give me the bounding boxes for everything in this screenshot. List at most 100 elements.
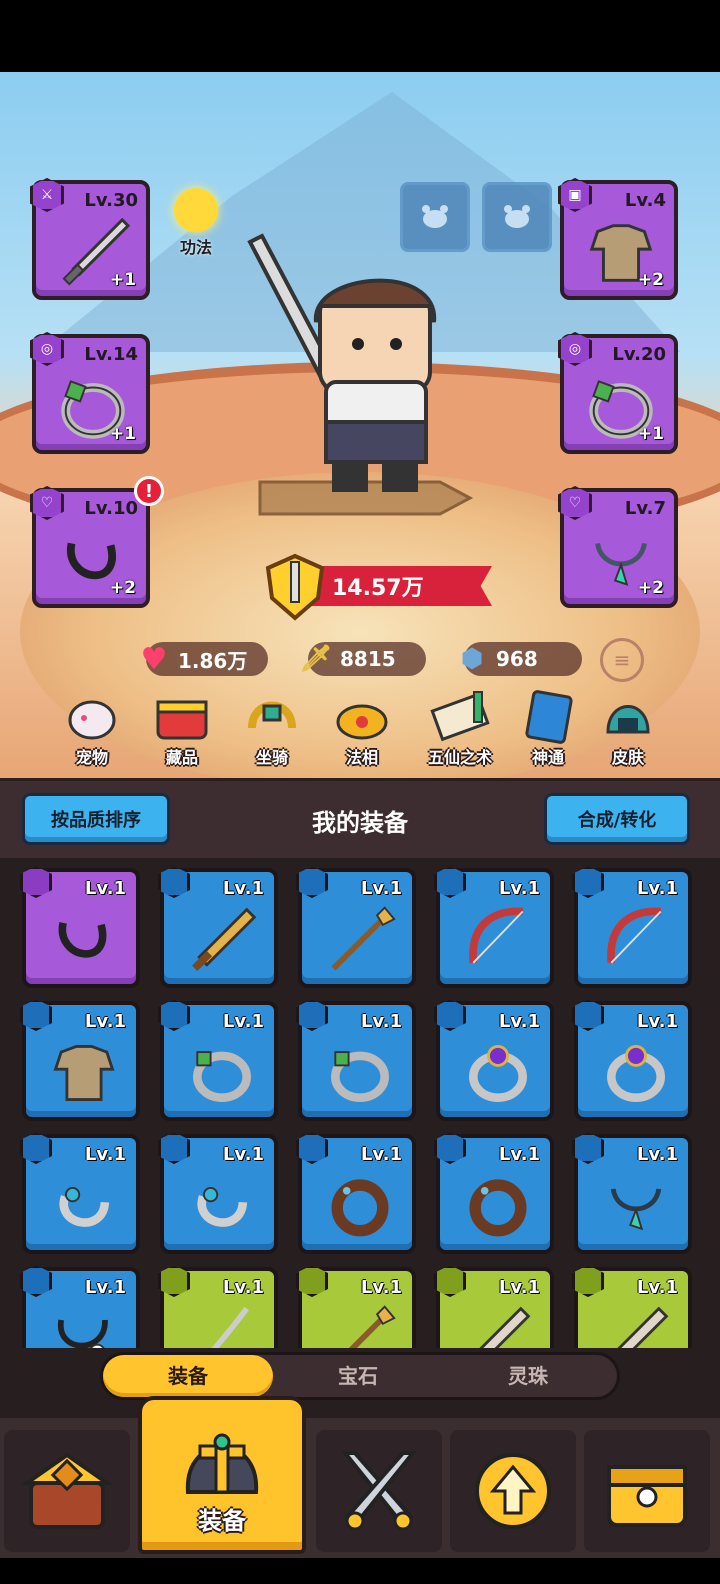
equipment-item[interactable]: Lv.1 bbox=[434, 866, 554, 988]
slot-level: Lv.10 bbox=[84, 498, 138, 519]
tab-orbs[interactable]: 灵珠 bbox=[443, 1355, 613, 1397]
item-type-badge-icon bbox=[296, 866, 328, 898]
feature-label: 五仙之术 bbox=[427, 748, 492, 767]
item-level: Lv.1 bbox=[360, 1011, 402, 1032]
nav-upgrade[interactable] bbox=[450, 1430, 576, 1552]
slot-level: Lv.30 bbox=[84, 190, 138, 211]
equipped-slot-armor[interactable]: ▣ Lv.4 +2 bbox=[558, 178, 678, 300]
character-arena: ⚔ Lv.30 +1 ◎ Lv.14 +1 ♡ Lv.10 +2 ! ▣ Lv.… bbox=[0, 72, 720, 784]
item-level: Lv.1 bbox=[498, 1277, 540, 1298]
item-level: Lv.1 bbox=[222, 1011, 264, 1032]
claw-ring-icon bbox=[59, 1187, 110, 1227]
feature-label: 坐骑 bbox=[255, 748, 288, 767]
item-type-badge-icon bbox=[158, 999, 190, 1031]
item-type-badge-icon bbox=[296, 1132, 328, 1164]
equipped-slot-ring[interactable]: ◎ Lv.14 +1 bbox=[30, 332, 150, 454]
item-type-badge-icon bbox=[158, 1265, 190, 1297]
feature-pet[interactable]: 宠物 bbox=[52, 688, 132, 768]
equipment-item[interactable]: Lv.1 bbox=[20, 999, 140, 1121]
item-level: Lv.1 bbox=[84, 1144, 126, 1165]
equipped-slot-ring-2[interactable]: ◎ Lv.20 +1 bbox=[558, 332, 678, 454]
nav-battle[interactable] bbox=[316, 1430, 442, 1552]
shop-icon bbox=[20, 1452, 114, 1529]
item-type-badge-icon bbox=[434, 1265, 466, 1297]
equipped-slot-necklace[interactable]: ♡ Lv.10 +2 bbox=[30, 486, 150, 608]
whip-icon bbox=[211, 1306, 250, 1348]
equipment-item[interactable]: Lv.1 bbox=[296, 999, 416, 1121]
status-bar bbox=[0, 0, 720, 72]
equipment-item[interactable]: Lv.1 bbox=[158, 1132, 278, 1254]
slot-level: Lv.4 bbox=[624, 190, 666, 211]
book-icon bbox=[525, 690, 573, 744]
locked-pet-slot[interactable] bbox=[482, 182, 552, 252]
equipment-grid[interactable]: Lv.1 Lv.1 Lv.1 Lv.1 Lv.1 Lv.1 Lv.1 Lv.1 Lv.1 Lv.1… bbox=[0, 858, 720, 1348]
feature-shentong[interactable]: 神通 bbox=[508, 688, 588, 768]
nav-treasure[interactable] bbox=[584, 1430, 710, 1552]
scroll-icon bbox=[430, 691, 490, 742]
equipment-item[interactable]: Lv.1 bbox=[20, 866, 140, 988]
hp-value: 1.86万 bbox=[178, 648, 248, 673]
nav-shop[interactable] bbox=[4, 1430, 130, 1552]
item-type-badge-icon bbox=[20, 866, 52, 898]
feature-collection[interactable]: 藏品 bbox=[142, 688, 222, 768]
equipment-item[interactable]: Lv.1 bbox=[572, 999, 692, 1121]
combat-power: 14.57万 bbox=[262, 552, 492, 622]
equipment-item[interactable]: Lv.1 bbox=[434, 999, 554, 1121]
item-type-badge-icon bbox=[20, 1265, 52, 1297]
sword-gem-icon bbox=[617, 1306, 669, 1348]
item-type-badge-icon bbox=[434, 1132, 466, 1164]
bottom-navigation: 装备 bbox=[0, 1396, 720, 1558]
armor-cloth-icon bbox=[53, 1044, 115, 1102]
item-level: Lv.1 bbox=[84, 1011, 126, 1032]
equipped-slot-necklace-2[interactable]: ♡ Lv.7 +2 bbox=[558, 486, 678, 608]
hero-character[interactable] bbox=[240, 232, 480, 532]
feature-wuxian[interactable]: 五仙之术 bbox=[412, 688, 508, 768]
equipment-item[interactable]: Lv.1 bbox=[572, 1265, 692, 1348]
merge-convert-button[interactable]: 合成/转化 bbox=[544, 793, 690, 845]
nav-equipment[interactable]: 装备 bbox=[138, 1396, 306, 1554]
ring-purple-icon bbox=[469, 1044, 527, 1102]
equipment-item[interactable]: Lv.1 bbox=[296, 866, 416, 988]
helmet-icon bbox=[185, 1433, 259, 1494]
ring-purple-icon bbox=[607, 1044, 665, 1102]
spear-icon bbox=[348, 1305, 396, 1348]
sort-by-quality-button[interactable]: 按品质排序 bbox=[22, 793, 170, 845]
tab-bar: 装备 宝石 灵珠 bbox=[100, 1352, 620, 1400]
equipment-item[interactable]: Lv.1 bbox=[434, 1265, 554, 1348]
feature-label: 藏品 bbox=[165, 748, 198, 767]
equipment-item[interactable]: Lv.1 bbox=[434, 1132, 554, 1254]
equipment-item[interactable]: Lv.1 bbox=[572, 866, 692, 988]
tab-equipment[interactable]: 装备 bbox=[103, 1355, 273, 1397]
equipment-item[interactable]: Lv.1 bbox=[158, 866, 278, 988]
tab-gems[interactable]: 宝石 bbox=[273, 1355, 443, 1397]
item-level: Lv.1 bbox=[636, 1144, 678, 1165]
gongfa-button[interactable]: 功法 bbox=[166, 188, 226, 258]
trophy-icon bbox=[174, 188, 218, 232]
equipment-item[interactable]: Lv.1 bbox=[20, 1132, 140, 1254]
stats-menu-icon[interactable]: ≡ bbox=[600, 638, 644, 682]
system-home-bar bbox=[0, 1558, 720, 1584]
item-level: Lv.1 bbox=[360, 1277, 402, 1298]
feature-label: 神通 bbox=[531, 748, 564, 767]
slot-plus: +1 bbox=[109, 424, 136, 444]
defense-stat: ⬢ 968 bbox=[461, 642, 582, 676]
equipment-item[interactable]: Lv.1 bbox=[296, 1132, 416, 1254]
claw-ring-icon bbox=[197, 1187, 248, 1227]
feature-skin[interactable]: 皮肤 bbox=[588, 688, 668, 768]
item-level: Lv.1 bbox=[360, 878, 402, 899]
hp-stat: ♥ 1.86万 bbox=[141, 642, 268, 677]
necklace-eye-icon bbox=[58, 1319, 108, 1348]
equipment-item[interactable]: Lv.1 bbox=[20, 1265, 140, 1348]
item-type-badge-icon bbox=[434, 999, 466, 1031]
item-type-badge-icon bbox=[20, 999, 52, 1031]
ring-brown-icon bbox=[469, 1179, 527, 1237]
equipped-slot-weapon[interactable]: ⚔ Lv.30 +1 bbox=[30, 178, 150, 300]
equipment-item[interactable]: Lv.1 bbox=[296, 1265, 416, 1348]
feature-faxiang[interactable]: 法相 bbox=[322, 688, 402, 768]
feature-mount[interactable]: 坐骑 bbox=[232, 688, 312, 768]
item-level: Lv.1 bbox=[360, 1144, 402, 1165]
ring-green-icon bbox=[331, 1051, 389, 1102]
equipment-item[interactable]: Lv.1 bbox=[158, 1265, 278, 1348]
equipment-item[interactable]: Lv.1 bbox=[572, 1132, 692, 1254]
equipment-item[interactable]: Lv.1 bbox=[158, 999, 278, 1121]
